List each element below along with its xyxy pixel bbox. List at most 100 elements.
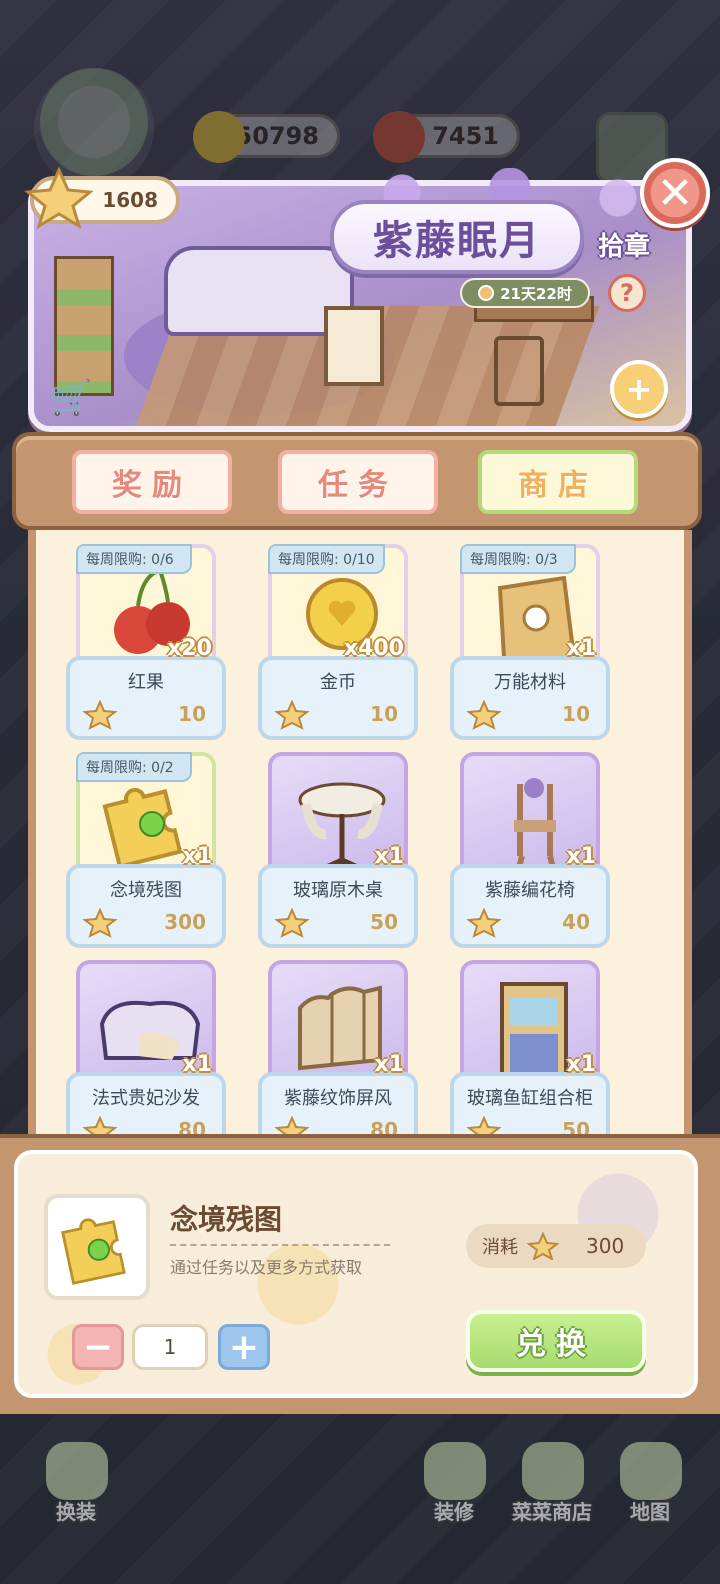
easel-decoration xyxy=(324,306,384,386)
increase-quantity-button[interactable]: + xyxy=(218,1324,270,1370)
item-name: 玻璃原木桌 xyxy=(293,880,383,901)
item-quantity: x1 xyxy=(374,1052,405,1077)
puzzle-piece-icon xyxy=(61,1218,126,1285)
weekly-limit-tag: 每周限购: 0/2 xyxy=(76,752,192,782)
weekly-limit-tag: 每周限购: 0/6 xyxy=(76,544,192,574)
item-info: 红果 10 xyxy=(66,656,226,740)
nav-dress-up-label: 换装 xyxy=(56,1500,96,1524)
exchange-button[interactable]: 兑换 xyxy=(466,1310,646,1372)
minus-icon: − xyxy=(82,1326,114,1368)
item-name: 紫藤编花椅 xyxy=(485,880,575,901)
star-icon xyxy=(82,908,118,938)
tabs-bar: 奖励 任务 商店 xyxy=(12,432,702,530)
nav-dress-up[interactable]: 换装 xyxy=(26,1442,126,1532)
exchange-label: 兑换 xyxy=(516,1327,596,1362)
item-price: 10 xyxy=(178,702,206,726)
item-name: 万能材料 xyxy=(494,672,566,693)
star-icon xyxy=(24,166,94,230)
shop-item-card[interactable]: 每周限购: 0/2 x1 念境残图 300 xyxy=(66,752,226,948)
shop-item-card[interactable]: 每周限购: 0/3 x1 万能材料 10 xyxy=(450,544,610,740)
selected-item-icon xyxy=(44,1194,150,1300)
nav-map[interactable]: 地图 xyxy=(600,1442,700,1532)
plus-icon: + xyxy=(228,1326,260,1368)
zoom-button[interactable]: + xyxy=(610,360,668,418)
star-icon xyxy=(466,700,502,730)
item-info: 万能材料 10 xyxy=(450,656,610,740)
nav-decorate-label: 装修 xyxy=(434,1500,474,1524)
cost-display: 消耗 300 xyxy=(466,1224,646,1268)
shop-item-card[interactable]: 每周限购: 0/10 x400 金币 10 xyxy=(258,544,418,740)
item-name: 念境残图 xyxy=(110,880,182,901)
item-name: 红果 xyxy=(128,672,164,693)
nav-decorate[interactable]: 装修 xyxy=(404,1442,504,1532)
item-quantity: x1 xyxy=(374,844,405,869)
nav-shop[interactable]: 菜菜商店 xyxy=(502,1442,602,1532)
item-quantity: x1 xyxy=(566,844,597,869)
tab-rewards-label: 奖励 xyxy=(112,468,192,503)
quantity-value: 1 xyxy=(163,1335,177,1359)
tab-shop[interactable]: 商店 xyxy=(478,450,638,514)
item-info: 玻璃原木桌 50 xyxy=(258,864,418,948)
weekly-limit-tag: 每周限购: 0/10 xyxy=(268,544,385,574)
item-price: 300 xyxy=(164,910,206,934)
tab-shop-label: 商店 xyxy=(518,468,598,503)
item-quantity: x400 xyxy=(343,636,404,661)
item-quantity: x1 xyxy=(566,636,597,661)
event-title: 紫藤眠月 xyxy=(330,200,584,274)
close-button[interactable]: ✕ xyxy=(640,158,710,228)
item-quantity: x1 xyxy=(182,844,213,869)
decorate-icon xyxy=(424,1442,486,1500)
question-icon: ? xyxy=(620,279,634,307)
quantity-input[interactable]: 1 xyxy=(132,1324,208,1370)
tab-tasks[interactable]: 任务 xyxy=(278,450,438,514)
cost-label: 消耗 xyxy=(482,1237,518,1258)
chair-decoration xyxy=(494,336,544,406)
item-price: 10 xyxy=(370,702,398,726)
star-icon xyxy=(274,700,310,730)
wardrobe-icon xyxy=(46,1442,108,1500)
event-timer: 21天22时 xyxy=(460,278,590,308)
map-icon xyxy=(620,1442,682,1500)
zoom-icon: + xyxy=(625,370,653,408)
shop-item-card[interactable]: x1 紫藤编花椅 40 xyxy=(450,752,610,948)
item-quantity: x1 xyxy=(182,1052,213,1077)
selected-item-name: 念境残图 xyxy=(170,1203,283,1236)
item-quantity: x20 xyxy=(167,636,212,661)
item-price: 50 xyxy=(370,910,398,934)
selected-item-description: 通过任务以及更多方式获取 xyxy=(170,1258,363,1277)
shop-item-card[interactable]: x1 法式贵妃沙发 80 xyxy=(66,960,226,1156)
star-count: 1608 xyxy=(102,188,158,212)
shop-item-card[interactable]: 每周限购: 0/6 x20 红果 10 xyxy=(66,544,226,740)
event-subtitle: 拾章 xyxy=(598,232,651,262)
shop-item-card[interactable]: x1 玻璃原木桌 50 xyxy=(258,752,418,948)
cost-value: 300 xyxy=(586,1234,625,1258)
item-price: 40 xyxy=(562,910,590,934)
item-price: 10 xyxy=(562,702,590,726)
decrease-quantity-button[interactable]: − xyxy=(72,1324,124,1370)
tab-rewards[interactable]: 奖励 xyxy=(72,450,232,514)
item-name: 法式贵妃沙发 xyxy=(92,1088,200,1109)
star-icon xyxy=(274,908,310,938)
star-icon xyxy=(526,1232,560,1260)
item-quantity: x1 xyxy=(566,1052,597,1077)
close-icon: ✕ xyxy=(656,167,694,219)
item-info: 紫藤编花椅 40 xyxy=(450,864,610,948)
shop-item-card[interactable]: x1 紫藤纹饰屏风 80 xyxy=(258,960,418,1156)
timer-text: 21天22时 xyxy=(500,284,572,303)
flower-shelf-decoration xyxy=(54,256,114,396)
shop-item-card[interactable]: x1 玻璃鱼缸组合柜 50 xyxy=(450,960,610,1156)
shop-icon xyxy=(522,1442,584,1500)
item-info: 金币 10 xyxy=(258,656,418,740)
clock-icon xyxy=(478,285,495,301)
star-icon xyxy=(466,908,502,938)
weekly-limit-tag: 每周限购: 0/3 xyxy=(460,544,576,574)
item-name: 玻璃鱼缸组合柜 xyxy=(467,1088,593,1109)
tab-tasks-label: 任务 xyxy=(318,468,398,503)
nav-shop-label: 菜菜商店 xyxy=(512,1500,592,1524)
item-info: 念境残图 300 xyxy=(66,864,226,948)
nav-map-label: 地图 xyxy=(630,1500,670,1524)
item-name: 紫藤纹饰屏风 xyxy=(284,1088,392,1109)
help-button[interactable]: ? xyxy=(608,274,646,312)
cart-icon[interactable]: 🛒 xyxy=(50,378,92,418)
star-icon xyxy=(82,700,118,730)
